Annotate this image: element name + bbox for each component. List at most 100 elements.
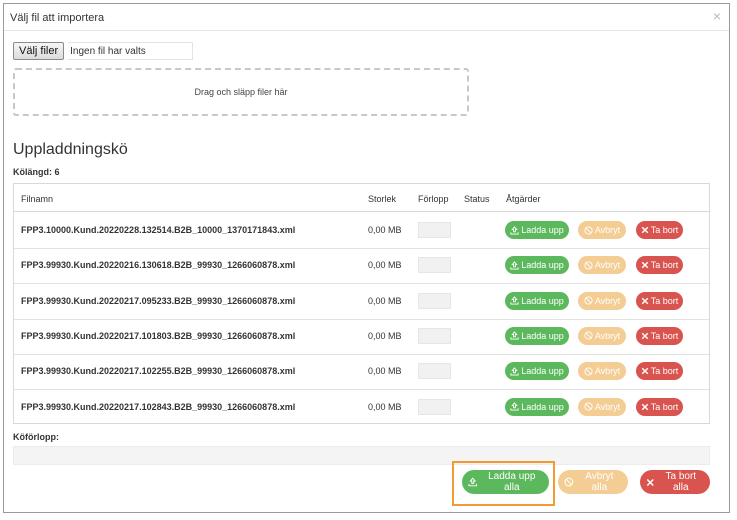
upload-icon [510, 366, 519, 376]
ban-icon [584, 225, 593, 235]
column-header-size: Storlek [368, 194, 397, 204]
ban-icon [584, 331, 593, 340]
close-icon [641, 226, 649, 234]
upload-label: Ladda upp [521, 366, 564, 377]
close-icon [641, 261, 649, 269]
upload-button[interactable]: Ladda upp [505, 221, 569, 239]
upload-button[interactable]: Ladda upp [505, 326, 569, 345]
table-row: FPP3.10000.Kund.20220228.132514.B2B_1000… [14, 214, 709, 249]
cancel-button[interactable]: Avbryt [578, 326, 626, 345]
file-size: 0,00 MB [368, 366, 402, 377]
upload-icon [510, 402, 519, 411]
delete-button[interactable]: Ta bort [636, 291, 683, 310]
file-progress [418, 398, 451, 415]
upload-queue-table: Filnamn Storlek Förlopp Status Åtgärder … [13, 183, 710, 424]
file-status-text: Ingen fil har valts [68, 42, 193, 60]
cancel-button[interactable]: Avbryt [578, 291, 626, 310]
delete-all-label: Ta bort alla [665, 471, 697, 493]
file-progress [418, 292, 451, 309]
delete-button[interactable]: Ta bort [636, 256, 683, 275]
delete-label: Ta bort [650, 295, 679, 306]
upload-label: Ladda upp [521, 260, 564, 271]
file-progress [418, 222, 451, 238]
cancel-button[interactable]: Avbryt [578, 256, 626, 275]
delete-label: Ta bort [650, 330, 679, 341]
cancel-label: Avbryt [594, 260, 621, 271]
upload-icon [510, 296, 519, 305]
cancel-label: Avbryt [594, 225, 621, 235]
ban-icon [584, 261, 593, 270]
file-name: FPP3.99930.Kund.20220217.095233.B2B_9993… [21, 295, 296, 306]
column-header-progress: Förlopp [418, 194, 449, 204]
queue-progress-bar [13, 446, 710, 465]
delete-all-button[interactable]: Ta bort alla [640, 470, 710, 494]
table-row: FPP3.99930.Kund.20220217.101803.B2B_9993… [14, 320, 709, 355]
delete-button[interactable]: Ta bort [636, 221, 683, 239]
file-name: FPP3.99930.Kund.20220216.130618.B2B_9993… [21, 260, 296, 271]
dialog-title: Välj fil att importera [10, 12, 105, 24]
file-size: 0,00 MB [368, 330, 402, 341]
upload-icon [510, 225, 519, 235]
upload-button[interactable]: Ladda upp [505, 362, 569, 381]
cancel-all-button[interactable]: Avbryt alla [558, 470, 628, 494]
file-size: 0,00 MB [368, 260, 402, 271]
upload-button[interactable]: Ladda upp [505, 397, 569, 416]
cancel-all-label: Avbryt alla [585, 471, 614, 493]
delete-button[interactable]: Ta bort [636, 326, 683, 345]
ban-icon [584, 296, 593, 305]
cancel-label: Avbryt [594, 295, 621, 306]
file-name: FPP3.99930.Kund.20220217.101803.B2B_9993… [21, 330, 296, 341]
file-size: 0,00 MB [368, 225, 402, 235]
delete-button[interactable]: Ta bort [636, 362, 683, 381]
delete-label: Ta bort [650, 401, 679, 412]
file-size: 0,00 MB [368, 401, 402, 412]
table-row: FPP3.99930.Kund.20220217.102843.B2B_9993… [14, 391, 709, 426]
cancel-button[interactable]: Avbryt [578, 362, 626, 381]
close-icon [641, 297, 649, 304]
ban-icon [584, 402, 593, 411]
upload-button[interactable]: Ladda upp [505, 291, 569, 310]
close-icon [641, 403, 649, 410]
cancel-label: Avbryt [594, 366, 621, 377]
upload-icon [510, 331, 519, 340]
column-header-filename: Filnamn [21, 194, 54, 204]
upload-all-label: Ladda upp alla [488, 471, 536, 493]
cancel-button[interactable]: Avbryt [578, 221, 626, 239]
delete-label: Ta bort [650, 366, 679, 377]
choose-files-button[interactable]: Välj filer [13, 42, 65, 60]
upload-icon [468, 477, 478, 487]
file-size: 0,00 MB [368, 295, 402, 306]
queue-length-label: Kölängd: [13, 167, 52, 177]
close-icon [641, 367, 649, 375]
queue-length-value: 6 [54, 167, 60, 177]
upload-label: Ladda upp [521, 330, 564, 341]
table-row: FPP3.99930.Kund.20220217.102255.B2B_9993… [14, 355, 709, 391]
column-header-actions: Åtgärder [506, 194, 541, 204]
close-icon [646, 478, 654, 486]
upload-label: Ladda upp [521, 295, 564, 306]
file-progress [418, 363, 451, 380]
ban-icon [584, 367, 593, 376]
file-name: FPP3.10000.Kund.20220228.132514.B2B_1000… [21, 225, 296, 235]
upload-all-button[interactable]: Ladda upp alla [462, 470, 549, 494]
drop-zone[interactable]: Drag och släpp filer här [13, 68, 469, 116]
close-icon [641, 332, 649, 340]
queue-progress-label: Köförlopp: [13, 432, 59, 442]
queue-length: Kölängd: 6 [13, 167, 60, 177]
upload-label: Ladda upp [521, 401, 564, 412]
cancel-label: Avbryt [594, 330, 621, 341]
upload-label: Ladda upp [521, 225, 564, 235]
file-progress [418, 257, 451, 274]
file-name: FPP3.99930.Kund.20220217.102255.B2B_9993… [21, 366, 296, 377]
cancel-label: Avbryt [594, 401, 621, 412]
close-icon[interactable]: × [713, 9, 721, 23]
delete-button[interactable]: Ta bort [636, 397, 683, 416]
upload-icon [510, 260, 519, 270]
delete-label: Ta bort [650, 225, 679, 235]
table-header: Filnamn Storlek Förlopp Status Åtgärder [14, 184, 709, 212]
cancel-button[interactable]: Avbryt [578, 397, 626, 416]
upload-button[interactable]: Ladda upp [505, 256, 569, 275]
queue-heading: Uppladdningskö [13, 141, 128, 158]
file-picker: Välj filer Ingen fil har valts [13, 41, 193, 61]
table-row: FPP3.99930.Kund.20220217.095233.B2B_9993… [14, 285, 709, 320]
